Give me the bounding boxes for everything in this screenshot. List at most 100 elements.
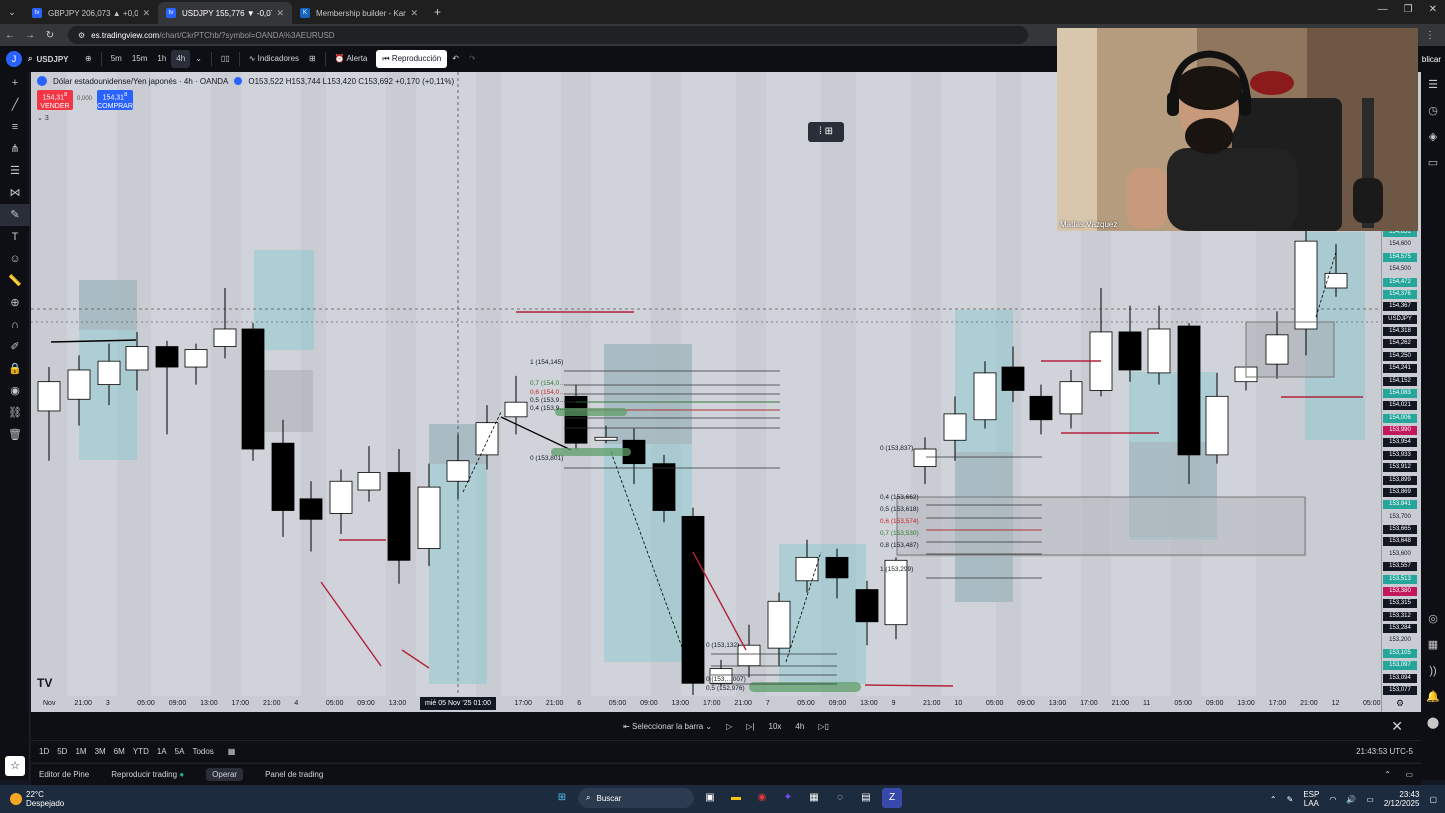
windows-start-icon[interactable]: ⊞ <box>552 788 572 808</box>
emoji-icon[interactable]: ☺ <box>0 248 30 270</box>
volume-icon[interactable]: 🔊 <box>1346 795 1356 804</box>
chart-clock[interactable]: 21:43:53 UTC-5 <box>1356 747 1413 756</box>
interval-5m[interactable]: 5m <box>106 50 127 68</box>
browser-menu-icon[interactable]: ⋮ <box>1425 30 1435 41</box>
zoom-icon[interactable]: ⊕ <box>0 292 30 314</box>
publish-button[interactable]: blicar <box>1422 55 1441 64</box>
trend-line-icon[interactable]: ╱ <box>0 94 30 116</box>
lock-icon[interactable]: 🔒 <box>0 358 30 380</box>
system-clock[interactable]: 23:43 2/12/2025 <box>1384 790 1420 808</box>
bell-icon[interactable]: 🔔 <box>1421 684 1445 710</box>
period-6m[interactable]: 6M <box>114 747 125 756</box>
avatar[interactable]: J <box>6 51 22 67</box>
floating-toolbar-button[interactable]: ⁞ ⊞ <box>808 122 844 142</box>
file-explorer-icon[interactable]: ▬ <box>726 788 746 808</box>
language-indicator[interactable]: ESP LAA <box>1303 790 1319 808</box>
compare-symbol-icon[interactable]: ⊕ <box>80 50 97 68</box>
maximize-icon[interactable]: ❐ <box>1404 4 1413 15</box>
indicators-collapse[interactable]: ⌄ 3 <box>37 114 49 122</box>
templates-icon[interactable]: ⊞ <box>304 50 321 68</box>
brush-icon[interactable]: ✎ <box>0 204 30 226</box>
layers-icon[interactable]: ◈ <box>1421 124 1445 150</box>
alert-button[interactable]: ⏰ Alerta <box>330 50 373 68</box>
period-todos[interactable]: Todos <box>192 747 213 756</box>
period-1a[interactable]: 1A <box>157 747 167 756</box>
interval-dropdown-icon[interactable]: ⌄ <box>190 50 207 68</box>
horizontal-lines-icon[interactable]: ≡ <box>0 116 30 138</box>
period-1m[interactable]: 1M <box>75 747 86 756</box>
alerts-clock-icon[interactable]: ◷ <box>1421 98 1445 124</box>
help-icon[interactable]: ⬤ <box>1421 710 1445 736</box>
close-icon[interactable]: ✕ <box>142 8 150 19</box>
stay-drawing-icon[interactable]: ✐ <box>0 336 30 358</box>
forward-icon[interactable]: → <box>20 30 40 41</box>
symbol-search[interactable]: ⌕ USDJPY <box>28 54 80 64</box>
wifi-icon[interactable]: ◠ <box>1329 795 1336 804</box>
pen-icon[interactable]: ✎ <box>1287 795 1294 804</box>
period-3m[interactable]: 3M <box>95 747 106 756</box>
broadcast-icon[interactable]: )) <box>1421 658 1445 684</box>
close-window-icon[interactable]: ✕ <box>1429 4 1437 15</box>
period-5a[interactable]: 5A <box>175 747 185 756</box>
reload-icon[interactable]: ↻ <box>40 30 60 41</box>
undo-icon[interactable]: ↶ <box>447 50 464 68</box>
indicators-button[interactable]: ∿ Indicadores <box>244 50 304 68</box>
steam-icon[interactable]: ◌ <box>830 788 850 808</box>
trash-icon[interactable]: 🗑 <box>0 424 30 446</box>
browser-tab-kartra[interactable]: K Membership builder - Kartra ✕ <box>292 2 426 24</box>
maximize-panel-icon[interactable]: ▭ <box>1405 770 1413 779</box>
weather-widget[interactable]: 22°C Despejado <box>10 790 64 808</box>
battery-icon[interactable]: ▭ <box>1366 795 1374 804</box>
browser-tab-usdjpy[interactable]: tv USDJPY 155,776 ▼ -0,07% Mar ✕ <box>158 2 292 24</box>
new-tab-button[interactable]: + <box>434 5 441 19</box>
minimize-icon[interactable]: — <box>1378 4 1388 15</box>
taskbar-search[interactable]: ⌕ Buscar <box>578 788 694 808</box>
crosshair-icon[interactable]: + <box>0 72 30 94</box>
eye-icon[interactable]: ◉ <box>0 380 30 402</box>
back-icon[interactable]: ← <box>0 30 20 41</box>
site-info-icon[interactable]: ⚙ <box>78 31 85 40</box>
period-ytd[interactable]: YTD <box>133 747 149 756</box>
tab-list-icon[interactable]: ⌄ <box>0 7 24 18</box>
pattern-icon[interactable]: ⋈ <box>0 182 30 204</box>
redo-icon[interactable]: ↷ <box>464 50 481 68</box>
ruler-icon[interactable]: 📏 <box>0 270 30 292</box>
chrome-icon[interactable]: ◉ <box>752 788 772 808</box>
speed-button[interactable]: 10x <box>769 722 782 731</box>
play-icon[interactable]: ▷ <box>726 722 732 731</box>
interval-1h[interactable]: 1h <box>152 50 171 68</box>
interval-4h[interactable]: 4h <box>171 50 191 68</box>
candle-type-icon[interactable]: ▯▯ <box>216 50 235 68</box>
close-icon[interactable]: ✕ <box>410 8 418 19</box>
calendar-icon[interactable]: ▦ <box>1421 632 1445 658</box>
text-icon[interactable]: T <box>0 226 30 248</box>
task-view-icon[interactable]: ▣ <box>700 788 720 808</box>
jump-realtime-icon[interactable]: ▷▯ <box>818 722 829 731</box>
tab-trading-panel[interactable]: Panel de trading <box>265 770 323 779</box>
select-bar-button[interactable]: ⇤ Seleccionar la barra ⌄ <box>623 722 712 731</box>
pitchfork-icon[interactable]: ⋔ <box>0 138 30 160</box>
replay-button[interactable]: ⏮ Reproducción <box>376 50 448 68</box>
tab-replay-trading[interactable]: Reproducir trading ● <box>111 770 184 779</box>
fib-retracement-icon[interactable]: ☰ <box>0 160 30 182</box>
chat-icon[interactable]: ▭ <box>1421 150 1445 176</box>
favorites-star-icon[interactable]: ☆ <box>5 756 25 776</box>
scale-settings-icon[interactable]: ⚙ <box>1396 698 1404 709</box>
notification-icon[interactable]: ▢ <box>1429 795 1437 804</box>
target-icon[interactable]: ◎ <box>1421 606 1445 632</box>
store-icon[interactable]: ▦ <box>804 788 824 808</box>
zoom-app-icon[interactable]: Z <box>882 788 902 808</box>
close-icon[interactable]: ✕ <box>276 8 284 19</box>
date-range-icon[interactable]: ▦ <box>228 747 236 756</box>
step-forward-icon[interactable]: ▷| <box>746 722 754 731</box>
link-icon[interactable]: ⛓ <box>0 402 30 424</box>
interval-15m[interactable]: 15m <box>127 50 153 68</box>
magnet-icon[interactable]: ∩ <box>0 314 30 336</box>
tab-pine-editor[interactable]: Editor de Pine <box>39 770 89 779</box>
watchlist-icon[interactable]: ☰ <box>1421 72 1445 98</box>
chevron-up-icon[interactable]: ⌃ <box>1270 795 1277 804</box>
copilot-icon[interactable]: ✦ <box>778 788 798 808</box>
period-1d[interactable]: 1D <box>39 747 49 756</box>
browser-tab-gbpjpy[interactable]: tv GBPJPY 206,073 ▲ +0,05% Mar ✕ <box>24 2 158 24</box>
chevron-up-icon[interactable]: ⌃ <box>1384 770 1391 779</box>
